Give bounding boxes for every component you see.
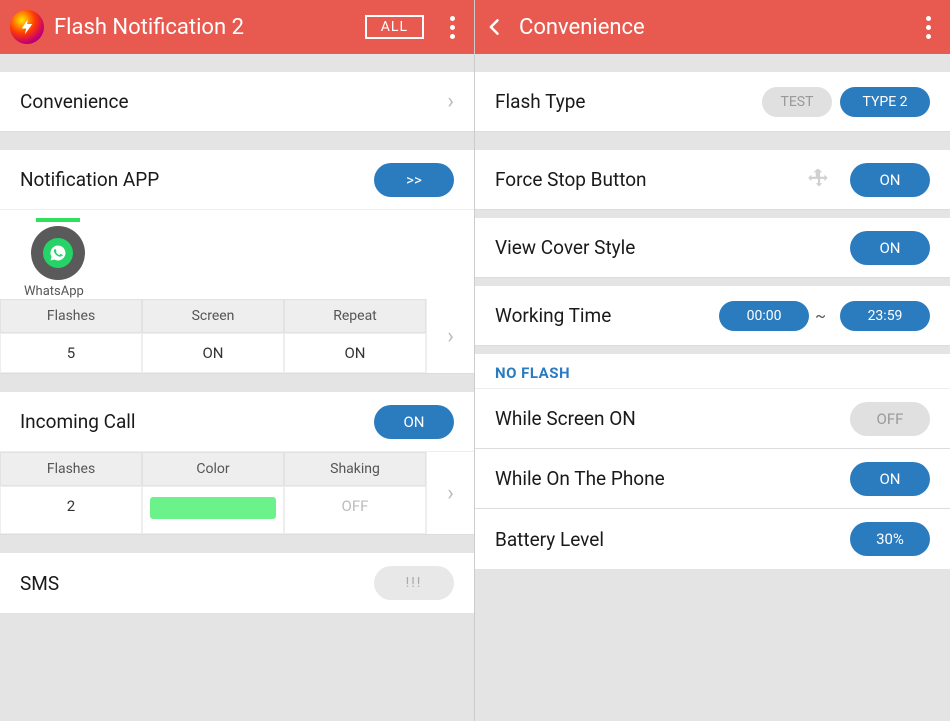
- sms-label: SMS: [20, 572, 374, 595]
- sms-row: SMS !!!: [0, 553, 474, 613]
- call-flashes-value: 2: [0, 486, 142, 534]
- chevron-right-icon: ›: [447, 89, 454, 114]
- force-stop-label: Force Stop Button: [495, 168, 804, 191]
- left-menu-button[interactable]: [440, 16, 464, 39]
- flash-type-button[interactable]: TYPE 2: [840, 87, 930, 117]
- force-stop-row: Force Stop Button ON: [475, 150, 950, 210]
- whatsapp-screen-value: ON: [142, 333, 284, 373]
- working-time-row: Working Time 00:00 ~ 23:59: [475, 286, 950, 346]
- app-list: WhatsApp: [0, 210, 474, 299]
- no-flash-section-header: NO FLASH: [475, 354, 950, 389]
- right-menu-button[interactable]: [916, 16, 940, 39]
- sms-alert-button[interactable]: !!!: [374, 566, 454, 600]
- whatsapp-flashes-value: 5: [0, 333, 142, 373]
- app-name-label: WhatsApp: [20, 284, 454, 299]
- call-color-value: [142, 486, 284, 534]
- back-button[interactable]: [485, 17, 505, 37]
- call-color-header: Color: [142, 452, 284, 486]
- working-time-label: Working Time: [495, 304, 711, 327]
- app-active-indicator: [36, 218, 80, 222]
- force-stop-toggle[interactable]: ON: [850, 163, 930, 197]
- time-range-separator: ~: [815, 306, 826, 325]
- right-title: Convenience: [519, 15, 910, 40]
- while-screen-row: While Screen ON OFF: [475, 389, 950, 449]
- battery-level-row: Battery Level 30%: [475, 509, 950, 569]
- flash-type-label: Flash Type: [495, 90, 754, 113]
- flash-type-row: Flash Type TEST TYPE 2: [475, 72, 950, 132]
- view-cover-toggle[interactable]: ON: [850, 231, 930, 265]
- convenience-label: Convenience: [20, 90, 447, 113]
- call-shaking-value: OFF: [284, 486, 426, 534]
- whatsapp-icon: [31, 226, 85, 280]
- app-title: Flash Notification 2: [54, 15, 365, 40]
- whatsapp-screen-header: Screen: [142, 299, 284, 333]
- incoming-call-toggle[interactable]: ON: [374, 405, 454, 439]
- while-phone-label: While On The Phone: [495, 467, 842, 490]
- while-screen-toggle[interactable]: OFF: [850, 402, 930, 436]
- app-item-whatsapp[interactable]: [20, 218, 96, 280]
- move-handle-icon[interactable]: [804, 165, 834, 195]
- test-button[interactable]: TEST: [762, 87, 832, 117]
- notification-app-label: Notification APP: [20, 168, 366, 191]
- while-phone-toggle[interactable]: ON: [850, 462, 930, 496]
- working-time-end-button[interactable]: 23:59: [840, 301, 930, 331]
- whatsapp-detail-button[interactable]: ›: [426, 299, 474, 373]
- while-screen-label: While Screen ON: [495, 407, 842, 430]
- view-cover-label: View Cover Style: [495, 236, 842, 259]
- while-phone-row: While On The Phone ON: [475, 449, 950, 509]
- incoming-call-row: Incoming Call ON: [0, 392, 474, 452]
- right-header: Convenience: [475, 0, 950, 54]
- notification-app-row: Notification APP >>: [0, 150, 474, 210]
- convenience-row[interactable]: Convenience ›: [0, 72, 474, 132]
- all-filter-button[interactable]: ALL: [365, 15, 424, 39]
- incoming-call-settings-grid: Flashes Color Shaking 2 OFF ›: [0, 452, 474, 535]
- app-logo-icon: [10, 10, 44, 44]
- notification-app-more-button[interactable]: >>: [374, 163, 454, 197]
- whatsapp-repeat-header: Repeat: [284, 299, 426, 333]
- whatsapp-repeat-value: ON: [284, 333, 426, 373]
- call-color-swatch: [150, 497, 276, 519]
- whatsapp-flashes-header: Flashes: [0, 299, 142, 333]
- call-flashes-header: Flashes: [0, 452, 142, 486]
- working-time-start-button[interactable]: 00:00: [719, 301, 809, 331]
- whatsapp-settings-grid: Flashes Screen Repeat 5 ON ON ›: [0, 299, 474, 374]
- battery-level-label: Battery Level: [495, 528, 842, 551]
- view-cover-row: View Cover Style ON: [475, 218, 950, 278]
- incoming-call-detail-button[interactable]: ›: [426, 452, 474, 534]
- left-header: Flash Notification 2 ALL: [0, 0, 474, 54]
- call-shaking-header: Shaking: [284, 452, 426, 486]
- battery-level-button[interactable]: 30%: [850, 522, 930, 556]
- incoming-call-label: Incoming Call: [20, 410, 366, 433]
